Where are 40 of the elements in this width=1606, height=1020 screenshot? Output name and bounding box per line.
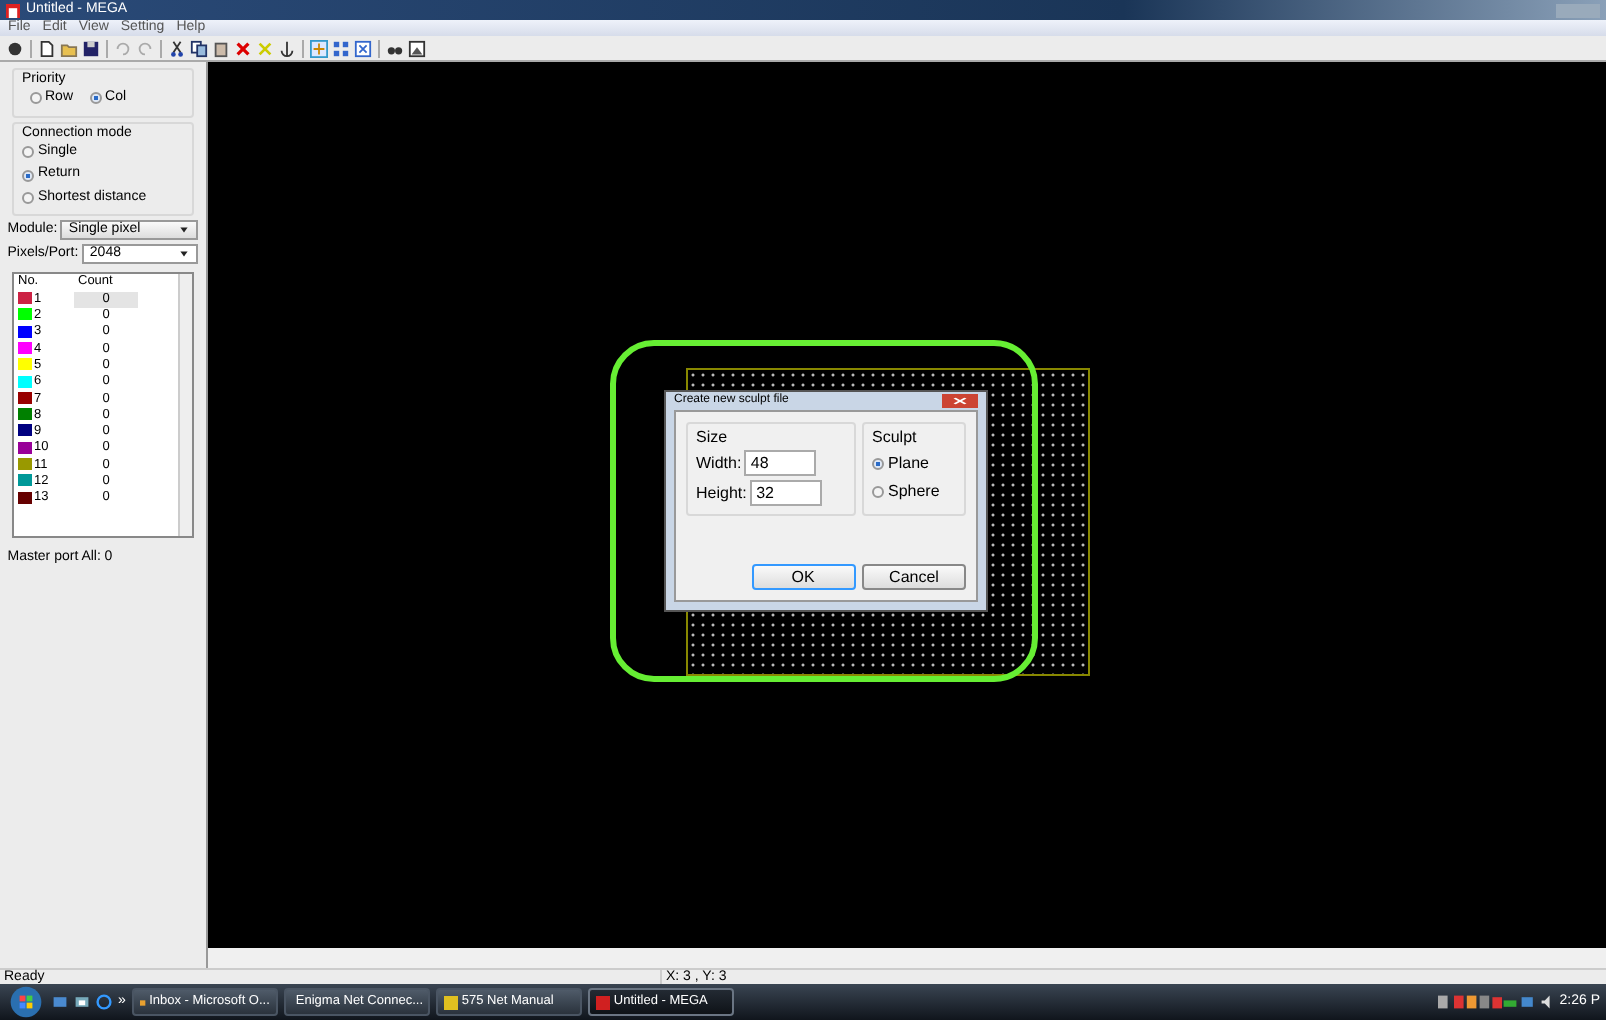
anchor-icon[interactable] — [278, 39, 296, 57]
field-label: Height: — [696, 483, 747, 503]
radio-button[interactable] — [872, 486, 884, 499]
browser-icon[interactable] — [96, 994, 112, 1010]
radio-button[interactable] — [22, 146, 34, 159]
desktop-icon[interactable] — [52, 994, 68, 1010]
app-icon — [6, 3, 20, 17]
radio-button[interactable] — [22, 169, 34, 182]
horizontal-scrollbar[interactable] — [208, 948, 1606, 968]
grid-icon[interactable] — [332, 39, 350, 57]
radio-button[interactable] — [89, 92, 102, 105]
picture-frame-icon[interactable] — [408, 39, 426, 57]
delete-icon[interactable] — [234, 39, 252, 57]
scrollbar[interactable] — [178, 274, 192, 537]
network-icon[interactable] — [1520, 993, 1537, 1010]
crosshair-icon[interactable] — [310, 39, 328, 57]
input-field[interactable]: 48 — [744, 450, 817, 477]
radio-label: Sphere — [888, 482, 940, 502]
start-button[interactable] — [6, 986, 46, 1018]
tray-icons-drawing — [1437, 993, 1517, 1010]
field-label: Width: — [696, 454, 742, 474]
close-icon[interactable] — [942, 394, 978, 408]
radio-label: Plane — [888, 454, 929, 474]
group-label: Size — [696, 428, 730, 448]
copy-icon[interactable] — [190, 39, 208, 57]
group-label: Sculpt — [872, 428, 919, 448]
radio-button[interactable] — [872, 458, 884, 471]
cut-icon[interactable] — [168, 39, 186, 57]
cancel-box-icon[interactable] — [354, 39, 372, 57]
window-switch-icon[interactable] — [74, 994, 90, 1010]
input-field[interactable]: 32 — [750, 480, 823, 507]
save-icon[interactable] — [82, 39, 100, 57]
radio-button[interactable] — [22, 191, 34, 204]
app-icon — [139, 995, 146, 1009]
volume-icon[interactable] — [1540, 993, 1556, 1010]
radio-button[interactable] — [29, 92, 41, 105]
ok-button[interactable]: OK — [751, 564, 855, 590]
app-icon — [443, 995, 458, 1009]
cancel-button[interactable]: Cancel — [862, 564, 966, 590]
app-icon — [595, 995, 610, 1009]
